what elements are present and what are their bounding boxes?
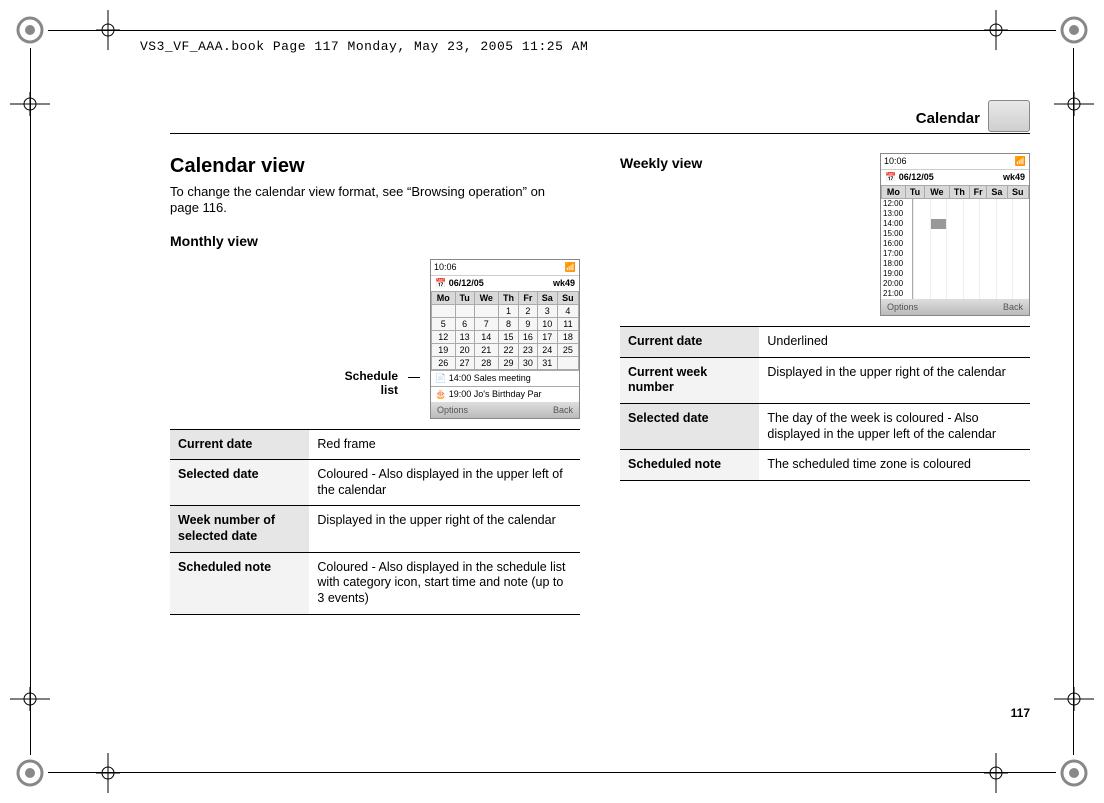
desc-label: Scheduled note [170,552,309,614]
desc-value: The day of the week is coloured - Also d… [759,403,1030,449]
page-body: Calendar Calendar view To change the cal… [110,100,1030,720]
calendar-icon [988,100,1030,132]
softkey-options: Options [437,405,468,415]
regmark-bl [12,755,48,791]
running-head: Calendar [916,110,980,127]
phone-week-w: wk49 [1003,172,1025,183]
phone-weekly: 10:06📶 📅 06/12/05wk49 MoTuWeThFrSaSu 12:… [880,153,1030,316]
crosshair-top [96,10,120,50]
desc-value: Coloured - Also displayed in the schedul… [309,552,580,614]
crosshair-bottom-right [984,753,1008,793]
crosshair-left-bottom [10,687,50,711]
monthly-desc-table: Current dateRed frameSelected dateColour… [170,429,580,615]
desc-value: Coloured - Also displayed in the upper l… [309,460,580,506]
left-column: Calendar view To change the calendar vie… [170,155,580,615]
phone-date-w: 06/12/05 [899,172,934,182]
regmark-tr [1056,12,1092,48]
desc-value: Underlined [759,327,1030,358]
desc-label: Selected date [170,460,309,506]
softkey-back-w: Back [1003,302,1023,312]
phone-monthly: 10:06📶 📅 06/12/05wk49 MoTuWeThFrSaSu 123… [430,259,580,419]
desc-label: Current date [620,327,759,358]
crop-line-right [1073,48,1074,755]
desc-value: Red frame [309,429,580,460]
phone-clock-w: 10:06 [884,156,907,167]
phone-sched-1: 📄 14:00 Sales meeting [431,370,579,386]
phone-week-hours: 12:0013:0014:0015:0016:0017:0018:0019:00… [881,199,1029,299]
signal-icon: 📶 [565,262,576,273]
desc-label: Scheduled note [620,450,759,481]
monthly-heading: Monthly view [170,233,580,249]
page-number: 117 [1011,706,1030,720]
signal-icon: 📶 [1015,156,1026,167]
crosshair-left [10,92,50,116]
desc-label: Current week number [620,357,759,403]
weekly-desc-table: Current dateUnderlinedCurrent week numbe… [620,326,1030,481]
crosshair-right-bottom [1054,687,1094,711]
crosshair-right [1054,92,1094,116]
section-heading: Calendar view [170,155,580,178]
framemaker-header: VS3_VF_AAA.book Page 117 Monday, May 23,… [140,39,588,54]
phone-sched-2: 🎂 19:00 Jo's Birthday Par [431,386,579,402]
phone-week-days: MoTuWeThFrSaSu [881,185,1029,199]
desc-label: Current date [170,429,309,460]
crop-line-top [48,30,1056,31]
callout-leader [408,377,420,378]
monthly-figure: Schedule list 10:06📶 📅 06/12/05wk49 MoTu… [170,259,580,419]
phone-week: wk49 [553,278,575,289]
desc-value: Displayed in the upper right of the cale… [309,506,580,552]
schedule-list-callout: Schedule list [345,369,398,397]
crosshair-bottom [96,753,120,793]
phone-clock: 10:06 [434,262,457,273]
crop-line-left [30,48,31,755]
desc-label: Week number of selected date [170,506,309,552]
crosshair-top-right [984,10,1008,50]
phone-month-grid: MoTuWeThFrSaSu 1234567891011121314151617… [431,291,579,370]
regmark-br [1056,755,1092,791]
regmark-tl [12,12,48,48]
softkey-options-w: Options [887,302,918,312]
crop-line-bottom [48,772,1056,773]
right-column: Weekly view 10:06📶 📅 06/12/05wk49 MoTuWe… [620,155,1030,615]
intro-text: To change the calendar view format, see … [170,184,570,217]
softkey-back: Back [553,405,573,415]
desc-value: The scheduled time zone is coloured [759,450,1030,481]
desc-label: Selected date [620,403,759,449]
desc-value: Displayed in the upper right of the cale… [759,357,1030,403]
head-rule [170,133,1030,134]
weekly-figure: 10:06📶 📅 06/12/05wk49 MoTuWeThFrSaSu 12:… [620,153,1030,316]
phone-date: 06/12/05 [449,278,484,288]
